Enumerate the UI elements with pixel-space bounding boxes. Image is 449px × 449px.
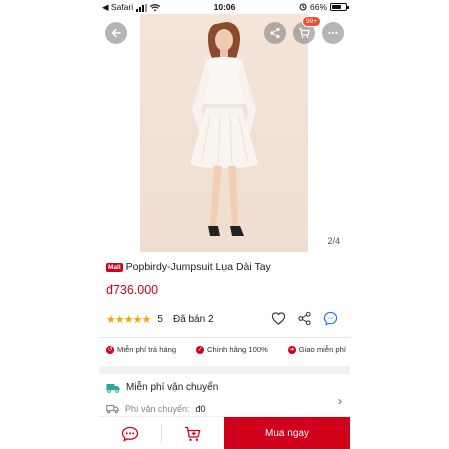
guarantee-item[interactable]: ✓ Chính hãng 100% [196, 345, 268, 354]
battery-fill [332, 5, 341, 9]
star-icon: ★ [114, 313, 125, 326]
section-separator [99, 366, 350, 374]
rating-row: ★ ★ ★ ★ ★ 5 Đã bán 2 [106, 311, 346, 327]
divider [99, 337, 350, 338]
product-title: Popbirdy-Jumpsuit Lụa Dài Tay [125, 261, 271, 273]
back-button[interactable] [105, 22, 127, 44]
return-icon: ↺ [106, 345, 114, 354]
guarantee-label: Giao miễn phí [298, 345, 346, 354]
guarantee-item[interactable]: ➜ Giao miễn phí [287, 345, 346, 354]
shipping-title-row[interactable]: Miễn phí vận chuyển [106, 382, 218, 393]
add-to-cart-button[interactable] [162, 417, 224, 449]
shipping-fee-label: Phí vận chuyển: [125, 404, 190, 414]
cart-button[interactable]: 99+ [293, 16, 322, 44]
model-illustration [190, 22, 258, 236]
share-icon [270, 27, 280, 39]
sold-count: Đã bán 2 [172, 313, 214, 325]
guarantee-item[interactable]: ↺ Miễn phí trả hàng [106, 345, 176, 354]
product-gallery[interactable]: 99+ 2/4 [99, 14, 350, 252]
shipping-fee-row[interactable]: Phí vận chuyển: đ0 [106, 404, 206, 414]
delivery-truck-icon [106, 405, 119, 414]
guarantee-label: Chính hãng 100% [207, 345, 268, 354]
free-shipping-title: Miễn phí vận chuyển [126, 382, 219, 393]
battery-icon [330, 3, 349, 11]
status-bar: ◀ Safari 10:06 66% [99, 0, 350, 14]
free-shipping-truck-icon [106, 383, 120, 393]
rating-stars[interactable]: ★ ★ ★ ★ ★ [106, 313, 152, 326]
truck-icon: ➜ [287, 345, 296, 354]
more-options-button[interactable] [322, 22, 344, 44]
more-horizontal-icon [328, 31, 338, 35]
rating-value: 5 [157, 313, 163, 325]
add-to-cart-icon [185, 426, 201, 441]
status-right: 66% [299, 2, 349, 12]
mall-badge: Mall [106, 262, 123, 272]
buy-now-button[interactable]: Mua ngay [224, 417, 350, 449]
star-icon: ★ [141, 313, 152, 326]
chevron-right-icon[interactable]: › [338, 394, 342, 408]
phone-screen: ◀ Safari 10:06 66% 99+ 2/4 Mall Popbirdy… [99, 0, 350, 449]
product-photo[interactable] [140, 14, 308, 252]
heart-icon[interactable] [271, 311, 286, 326]
chat-button[interactable] [99, 417, 161, 449]
battery-percent: 66% [309, 2, 327, 12]
share-button[interactable] [264, 22, 286, 44]
product-actions [271, 311, 338, 326]
shield-check-icon: ✓ [196, 345, 204, 354]
shipping-fee-value: đ0 [195, 404, 206, 414]
chat-icon [121, 426, 139, 442]
arrow-left-icon [111, 28, 121, 38]
location-lock-icon [299, 3, 307, 11]
product-price: đ736.000 [106, 283, 159, 297]
star-icon: ★ [106, 313, 116, 326]
star-icon: ★ [132, 313, 143, 326]
star-icon: ★ [123, 313, 134, 326]
product-title-row: Mall Popbirdy-Jumpsuit Lụa Dài Tay [106, 261, 271, 273]
messenger-icon[interactable] [323, 311, 338, 326]
guarantee-label: Miễn phí trả hàng [117, 345, 177, 354]
guarantee-strip[interactable]: ↺ Miễn phí trả hàng ✓ Chính hãng 100% ➜ Giao … [106, 345, 346, 354]
image-pager: 2/4 [327, 236, 340, 246]
bottom-action-bar: Mua ngay [99, 416, 350, 449]
share-icon[interactable] [297, 311, 312, 326]
cart-count-badge: 99+ [302, 16, 322, 27]
cart-icon [299, 27, 310, 39]
